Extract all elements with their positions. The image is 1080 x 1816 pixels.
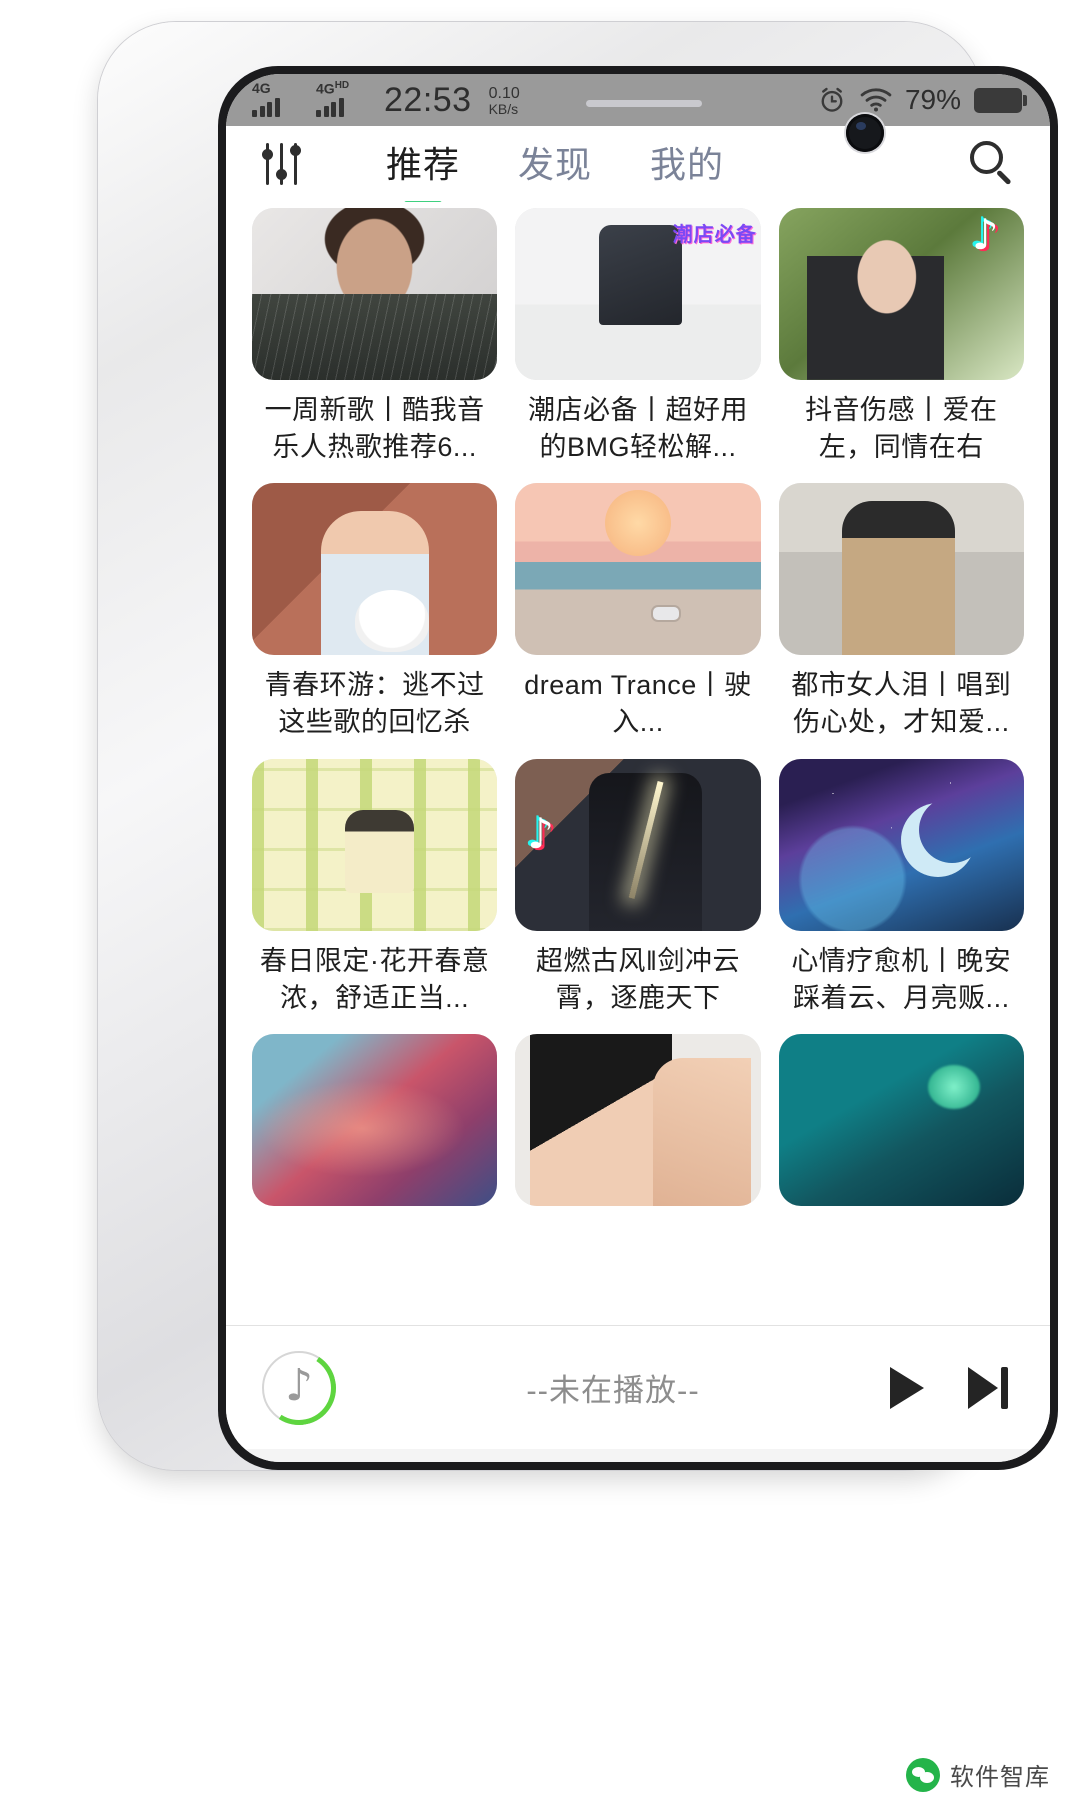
playlist-title: 青春环游：逃不过这些歌的回忆杀	[264, 670, 485, 738]
playlist-title: 都市女人泪丨唱到伤心处，才知爱...	[791, 670, 1012, 738]
app-header: 推荐 发现 我的	[226, 126, 1050, 206]
playlist-thumbnail[interactable]	[252, 1034, 498, 1207]
alarm-clock-icon	[821, 87, 843, 112]
wechat-logo-icon	[906, 1757, 940, 1792]
playlist-thumbnail[interactable]	[252, 483, 498, 656]
playlist-card[interactable]: 都市女人泪丨唱到伤心处，才知爱...	[778, 483, 1024, 740]
signal-icon-sim1: 4G	[252, 80, 306, 117]
play-icon[interactable]	[890, 1366, 924, 1409]
network-label-sim1: 4G	[252, 80, 271, 96]
playlist-card[interactable]: 潮店必备丨超好用的BMG轻松解...	[515, 208, 761, 465]
earpiece-speaker	[586, 100, 702, 107]
playlist-thumbnail[interactable]	[778, 758, 1024, 931]
playlist-card[interactable]: ♪ 超燃古风‖剑冲云霄，逐鹿天下	[515, 758, 761, 1016]
playlist-title: 心情疗愈机丨晚安踩着云、月亮贩...	[791, 945, 1012, 1013]
tab-mine-label: 我的	[650, 144, 725, 185]
network-hd-label: HD	[334, 80, 350, 91]
tab-bar: 推荐 发现 我的	[386, 136, 724, 206]
playlist-card[interactable]	[252, 1034, 498, 1218]
android-nav-bar	[226, 1449, 1050, 1462]
front-camera	[846, 114, 884, 152]
playlist-card[interactable]: 青春环游：逃不过这些歌的回忆杀	[252, 483, 498, 740]
playlist-title: dream Trance丨驶入...	[524, 670, 752, 738]
phone-screen: 4G 4GHD 22:53 0.10 KB/s 79% 推荐 发现 我的 一周新…	[226, 74, 1050, 1462]
status-bar-right: 79%	[817, 84, 1027, 116]
tab-recommend[interactable]: 推荐	[386, 136, 461, 206]
playlist-card[interactable]: 一周新歌丨酷我音乐人热歌推荐6...	[252, 208, 498, 465]
playlist-scroll-area[interactable]: 一周新歌丨酷我音乐人热歌推荐6... 潮店必备丨超好用的BMG轻松解... ♪	[226, 202, 1050, 1325]
playlist-title: 一周新歌丨酷我音乐人热歌推荐6...	[264, 395, 485, 462]
phone-bezel: 4G 4GHD 22:53 0.10 KB/s 79% 推荐 发现 我的 一周新…	[218, 66, 1058, 1470]
playlist-thumbnail[interactable]	[515, 1034, 761, 1207]
tab-discover[interactable]: 发现	[518, 136, 592, 192]
playlist-thumbnail[interactable]	[515, 208, 761, 380]
playlist-thumbnail[interactable]	[515, 483, 761, 656]
playlist-card[interactable]	[778, 1034, 1024, 1218]
playlist-title: 抖音伤感丨爱在左，同情在右	[805, 395, 998, 462]
playlist-card[interactable]: dream Trance丨驶入...	[515, 483, 761, 740]
battery-percent: 79%	[904, 84, 961, 115]
equalizer-icon[interactable]	[260, 143, 308, 185]
network-speed: 0.10 KB/s	[488, 84, 520, 118]
playlist-thumbnail[interactable]: ♪	[778, 208, 1024, 380]
network-speed-unit: KB/s	[488, 101, 519, 118]
playlist-grid: 一周新歌丨酷我音乐人热歌推荐6... 潮店必备丨超好用的BMG轻松解... ♪	[226, 202, 1050, 1218]
playlist-card[interactable]: 心情疗愈机丨晚安踩着云、月亮贩...	[778, 758, 1024, 1016]
tab-mine[interactable]: 我的	[650, 136, 724, 192]
search-icon[interactable]	[970, 141, 1016, 187]
now-playing-title: --未在播放--	[526, 1373, 700, 1408]
mini-player-bar: ♪ --未在播放--	[226, 1325, 1050, 1449]
status-bar-clock: 22:53	[384, 81, 472, 119]
watermark: 软件智库	[906, 1757, 1050, 1792]
playlist-thumbnail[interactable]	[252, 208, 498, 380]
playlist-thumbnail[interactable]: ♪	[515, 758, 761, 931]
playlist-card[interactable]: 春日限定·花开春意浓，舒适正当...	[252, 758, 498, 1016]
screenshot-root: 4G 4GHD 22:53 0.10 KB/s 79% 推荐 发现 我的 一周新…	[0, 0, 1080, 1816]
playlist-thumbnail[interactable]	[778, 1034, 1024, 1207]
playlist-title: 春日限定·花开春意浓，舒适正当...	[259, 945, 490, 1013]
playlist-title: 超燃古风‖剑冲云霄，逐鹿天下	[535, 945, 741, 1013]
music-note-disc-icon[interactable]: ♪	[255, 1343, 343, 1432]
playlist-title: 潮店必备丨超好用的BMG轻松解...	[527, 395, 748, 462]
wifi-icon	[860, 88, 892, 112]
signal-icon-sim2: 4GHD	[316, 80, 370, 117]
network-speed-value: 0.10	[488, 84, 520, 102]
battery-icon	[974, 87, 1027, 113]
network-label-sim2: 4G	[316, 80, 335, 97]
next-track-icon[interactable]	[968, 1366, 1008, 1409]
tab-recommend-label: 推荐	[386, 144, 461, 185]
playlist-thumbnail[interactable]	[778, 483, 1024, 656]
playlist-card[interactable]	[515, 1034, 761, 1218]
watermark-text: 软件智库	[950, 1764, 1050, 1791]
tiktok-icon: ♪	[971, 210, 999, 259]
phone-frame: 4G 4GHD 22:53 0.10 KB/s 79% 推荐 发现 我的 一周新…	[98, 22, 1058, 1470]
tiktok-icon: ♪	[527, 808, 555, 858]
status-bar-left: 4G 4GHD 22:53 0.10 KB/s	[252, 80, 520, 119]
playlist-thumbnail[interactable]	[252, 758, 498, 931]
tab-discover-label: 发现	[518, 144, 593, 185]
playlist-card[interactable]: ♪ 抖音伤感丨爱在左，同情在右	[778, 208, 1024, 465]
